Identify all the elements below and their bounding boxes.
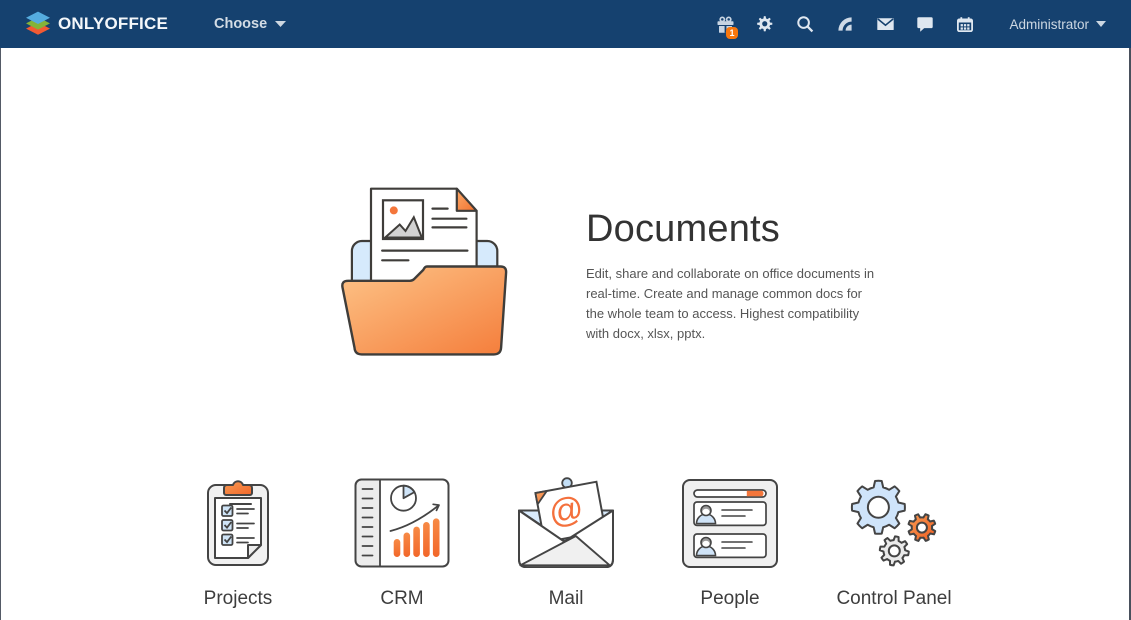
feed-button[interactable] xyxy=(825,0,865,48)
chevron-down-icon xyxy=(275,21,286,27)
module-control-panel[interactable]: Control Panel xyxy=(824,468,964,611)
mail-icon xyxy=(877,18,894,31)
onlyoffice-logo[interactable]: ONLYOFFICE xyxy=(25,11,168,37)
people-icon xyxy=(682,479,778,568)
module-label: People xyxy=(660,587,800,611)
mail-icon-large: @ xyxy=(517,476,615,568)
gear-icon xyxy=(757,16,773,32)
settings-button[interactable] xyxy=(745,0,785,48)
gift-badge: 1 xyxy=(726,27,738,39)
module-projects[interactable]: Projects xyxy=(168,468,308,611)
onlyoffice-logo-icon xyxy=(25,11,51,37)
search-icon xyxy=(797,16,814,33)
calendar-icon xyxy=(957,17,973,32)
hero-description: Edit, share and collaborate on office do… xyxy=(586,264,896,344)
user-name: Administrator xyxy=(1009,17,1089,32)
control-panel-icon xyxy=(846,476,942,568)
user-menu[interactable]: Administrator xyxy=(1009,0,1106,48)
choose-dropdown[interactable]: Choose xyxy=(214,0,286,48)
chevron-down-icon xyxy=(1096,21,1106,27)
hero-text: Documents Edit, share and collaborate on… xyxy=(586,207,896,344)
module-label: Projects xyxy=(168,587,308,611)
navbar-icons: 1 xyxy=(705,0,985,48)
gift-button[interactable]: 1 xyxy=(705,0,745,48)
search-button[interactable] xyxy=(785,0,825,48)
calendar-button[interactable] xyxy=(945,0,985,48)
logo-text: ONLYOFFICE xyxy=(58,11,168,37)
top-navbar: ONLYOFFICE Choose 1 xyxy=(0,0,1131,48)
chat-button[interactable] xyxy=(905,0,945,48)
module-crm[interactable]: CRM xyxy=(332,468,472,611)
page: ONLYOFFICE Choose 1 xyxy=(0,0,1131,620)
module-icon-wrap xyxy=(824,468,964,568)
module-mail[interactable]: @ Mail xyxy=(496,468,636,611)
chat-icon xyxy=(917,17,933,32)
documents-illustration xyxy=(340,184,512,358)
mail-button[interactable] xyxy=(865,0,905,48)
crm-icon xyxy=(354,478,450,568)
module-label: CRM xyxy=(332,587,472,611)
module-icon-wrap xyxy=(660,468,800,568)
module-people[interactable]: People xyxy=(660,468,800,611)
module-icon-wrap xyxy=(332,468,472,568)
module-icon-wrap: @ xyxy=(496,468,636,568)
projects-icon xyxy=(206,474,270,568)
module-label: Control Panel xyxy=(824,587,964,611)
module-label: Mail xyxy=(496,587,636,611)
hero-title: Documents xyxy=(586,207,896,251)
feed-icon xyxy=(838,17,853,31)
module-icon-wrap xyxy=(168,468,308,568)
window-left-edge xyxy=(0,48,1,620)
svg-text:@: @ xyxy=(546,489,587,533)
